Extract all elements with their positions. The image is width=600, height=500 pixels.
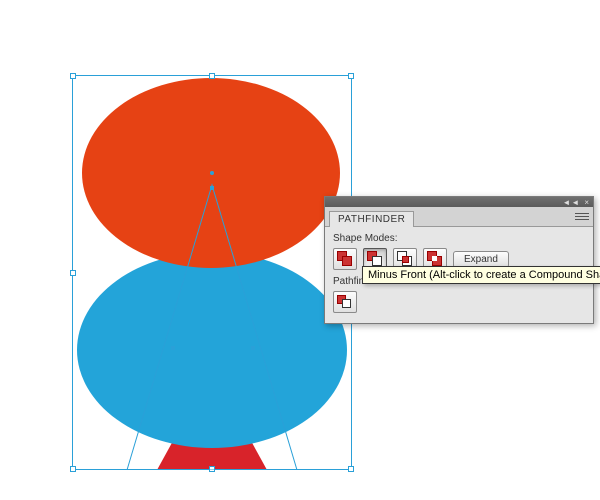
pathfinder-panel[interactable]: ◄◄ × PATHFINDER Shape Modes: Expand Path…: [324, 196, 594, 324]
panel-collapse-icon[interactable]: ◄◄: [562, 198, 580, 207]
panel-flyout-menu-icon[interactable]: [575, 210, 589, 222]
shape-modes-label: Shape Modes:: [333, 233, 585, 244]
panel-topbar[interactable]: ◄◄ ×: [325, 197, 593, 207]
divide-icon: [337, 295, 353, 309]
unite-button[interactable]: [333, 248, 357, 270]
divide-button[interactable]: [333, 291, 357, 313]
unite-icon: [337, 251, 353, 267]
orange-ellipse-shape[interactable]: [82, 78, 340, 268]
tab-pathfinder[interactable]: PATHFINDER: [329, 211, 414, 227]
minus-front-icon: [367, 251, 383, 267]
expand-button[interactable]: Expand: [453, 251, 509, 268]
exclude-icon: [427, 251, 443, 267]
panel-close-icon[interactable]: ×: [584, 198, 590, 207]
resize-handle[interactable]: [70, 466, 76, 472]
resize-handle[interactable]: [348, 466, 354, 472]
resize-handle[interactable]: [70, 73, 76, 79]
blue-ellipse-shape[interactable]: [77, 252, 347, 448]
panel-tabstrip: PATHFINDER: [325, 207, 593, 227]
intersect-icon: [397, 251, 413, 267]
tooltip-text: Minus Front (Alt-click to create a Compo…: [368, 269, 600, 281]
resize-handle[interactable]: [348, 73, 354, 79]
tooltip: Minus Front (Alt-click to create a Compo…: [362, 266, 600, 284]
resize-handle[interactable]: [70, 270, 76, 276]
